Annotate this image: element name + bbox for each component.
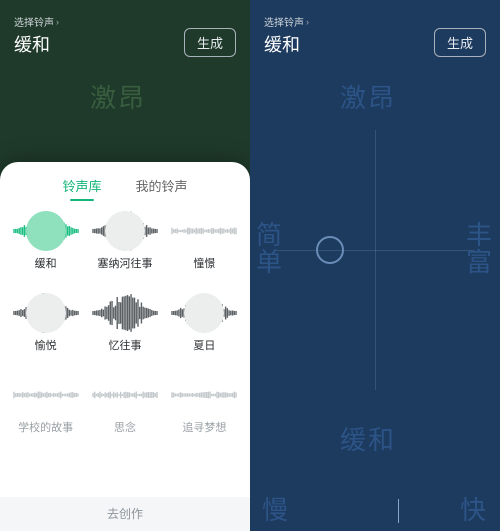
ringtone-item[interactable]: 夏日 <box>165 293 244 373</box>
panel-left-preview: 选择铃声 › 缓和 生成 激昂 铃声库 我的铃声 缓和塞纳河往事憧憬愉悦忆往事夏… <box>0 0 250 531</box>
mood-word-vigorous: 激昂 <box>340 78 396 115</box>
ringtone-item[interactable]: 缓和 <box>6 211 85 291</box>
ringtone-label: 学校的故事 <box>18 419 73 435</box>
ringtone-label: 夏日 <box>193 337 215 353</box>
ringtone-grid: 缓和 塞纳河往事 憧憬愉悦 忆往事 夏日学校的故事 思念 追寻梦想 <box>0 205 250 497</box>
header: 选择铃声 › 缓和 生成 <box>250 0 500 65</box>
ringtone-label: 缓和 <box>35 255 57 271</box>
ringtone-label: 追寻梦想 <box>182 419 226 435</box>
sheet-tabs: 铃声库 我的铃声 <box>0 162 250 205</box>
go-create-button[interactable]: 去创作 <box>0 497 250 531</box>
ringtone-item[interactable]: 塞纳河往事 <box>85 211 164 291</box>
axis-vertical <box>375 130 376 390</box>
ringtone-label: 憧憬 <box>193 255 215 271</box>
tab-my-ringtones[interactable]: 我的铃声 <box>136 176 188 195</box>
ringtone-label: 忆往事 <box>108 337 141 353</box>
ringtone-item[interactable]: 忆往事 <box>85 293 164 373</box>
tempo-indicator[interactable] <box>398 499 399 523</box>
axis-horizontal <box>275 250 475 251</box>
ringtone-label: 愉悦 <box>35 337 57 353</box>
tempo-word-fast: 快 <box>460 490 488 527</box>
page-title: 缓和 <box>264 31 309 57</box>
page-title: 缓和 <box>14 31 59 57</box>
breadcrumb[interactable]: 选择铃声 › <box>264 14 309 29</box>
breadcrumb-label: 选择铃声 <box>264 14 304 29</box>
tempo-word-slow: 慢 <box>262 490 290 527</box>
generate-button[interactable]: 生成 <box>434 28 486 57</box>
ringtone-label: 塞纳河往事 <box>97 255 152 271</box>
ringtone-item[interactable]: 憧憬 <box>165 211 244 291</box>
chevron-right-icon: › <box>56 17 59 27</box>
ringtone-item[interactable]: 思念 <box>85 375 164 455</box>
ringtone-label: 思念 <box>114 419 136 435</box>
ringtone-sheet: 铃声库 我的铃声 缓和 塞纳河往事 憧憬愉悦 忆往事 夏日学校的故事 思念 追寻梦想 去创作 <box>0 162 250 531</box>
mood-word-rich: 丰 富 <box>466 222 494 277</box>
breadcrumb[interactable]: 选择铃声 › <box>14 14 59 29</box>
ringtone-item[interactable]: 愉悦 <box>6 293 85 373</box>
breadcrumb-label: 选择铃声 <box>14 14 54 29</box>
tab-library[interactable]: 铃声库 <box>62 176 101 195</box>
generate-button[interactable]: 生成 <box>184 28 236 57</box>
chevron-right-icon: › <box>306 17 309 27</box>
panel-right-moodpad: 选择铃声 › 缓和 生成 激昂 简 单 丰 富 缓和 慢 快 <box>250 0 500 531</box>
mood-word-vigorous: 激昂 <box>90 78 146 115</box>
ringtone-item[interactable]: 追寻梦想 <box>165 375 244 455</box>
mood-cursor[interactable] <box>316 236 344 264</box>
mood-word-simple: 简 单 <box>256 222 284 277</box>
mood-word-gentle: 缓和 <box>340 420 396 457</box>
ringtone-item[interactable]: 学校的故事 <box>6 375 85 455</box>
header: 选择铃声 › 缓和 生成 <box>0 0 250 65</box>
